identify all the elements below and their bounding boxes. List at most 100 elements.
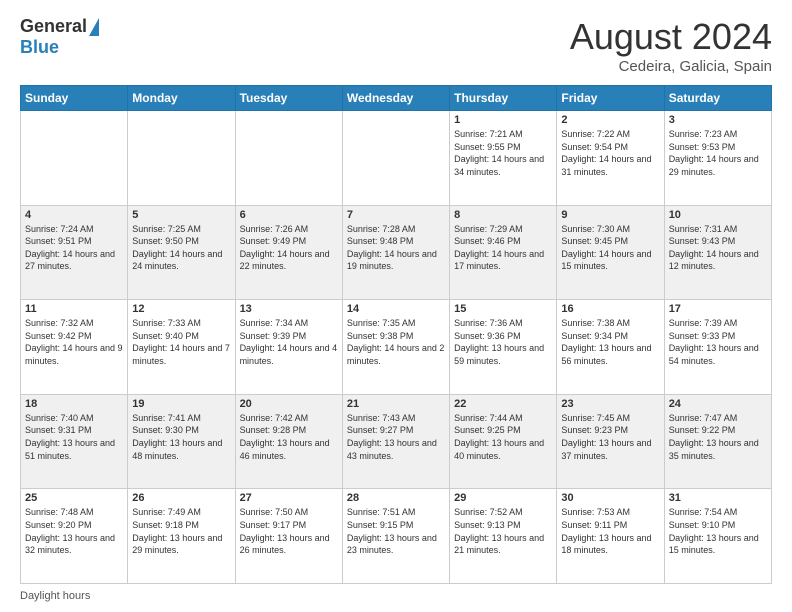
calendar-cell: 6 Sunrise: 7:26 AM Sunset: 9:49 PM Daylig…	[235, 205, 342, 300]
calendar-cell: 11 Sunrise: 7:32 AM Sunset: 9:42 PM Dayli…	[21, 300, 128, 395]
calendar-cell: 28Sunrise: 7:51 AM Sunset: 9:15 PM Dayli…	[342, 489, 449, 584]
logo: General Blue	[20, 16, 99, 58]
day-number: 16	[561, 303, 659, 315]
calendar-cell: 7 Sunrise: 7:28 AM Sunset: 9:48 PM Daylig…	[342, 205, 449, 300]
header: General Blue August 2024 Cedeira, Galici…	[20, 16, 772, 75]
day-number: 23	[561, 398, 659, 410]
day-info: Sunrise: 7:22 AM Sunset: 9:54 PM Dayligh…	[561, 128, 659, 178]
day-number: 13	[240, 303, 338, 315]
day-info: Sunrise: 7:35 AM Sunset: 9:38 PM Dayligh…	[347, 317, 445, 367]
calendar-cell: 30Sunrise: 7:53 AM Sunset: 9:11 PM Dayli…	[557, 489, 664, 584]
day-number: 4	[25, 209, 123, 221]
calendar-cell: 22 Sunrise: 7:44 AM Sunset: 9:25 PM Dayli…	[450, 394, 557, 489]
calendar-cell: 26Sunrise: 7:49 AM Sunset: 9:18 PM Dayli…	[128, 489, 235, 584]
calendar-cell: 20Sunrise: 7:42 AM Sunset: 9:28 PM Dayli…	[235, 394, 342, 489]
day-number: 9	[561, 209, 659, 221]
day-info: Sunrise: 7:29 AM Sunset: 9:46 PM Dayligh…	[454, 223, 552, 273]
month-title: August 2024	[570, 16, 772, 58]
page: General Blue August 2024 Cedeira, Galici…	[0, 0, 792, 612]
day-info: Sunrise: 7:40 AM Sunset: 9:31 PM Dayligh…	[25, 412, 123, 462]
day-info: Sunrise: 7:47 AM Sunset: 9:22 PM Dayligh…	[669, 412, 767, 462]
day-info: Sunrise: 7:32 AM Sunset: 9:42 PM Dayligh…	[25, 317, 123, 367]
calendar-cell	[342, 111, 449, 206]
day-number: 31	[669, 492, 767, 504]
calendar-cell: 19 Sunrise: 7:41 AM Sunset: 9:30 PM Dayli…	[128, 394, 235, 489]
location-subtitle: Cedeira, Galicia, Spain	[570, 58, 772, 75]
day-number: 15	[454, 303, 552, 315]
calendar-week-1: 1Sunrise: 7:21 AM Sunset: 9:55 PM Daylig…	[21, 111, 772, 206]
day-number: 6	[240, 209, 338, 221]
day-number: 11	[25, 303, 123, 315]
day-info: Sunrise: 7:26 AM Sunset: 9:49 PM Dayligh…	[240, 223, 338, 273]
logo-text: General	[20, 16, 99, 37]
day-number: 7	[347, 209, 445, 221]
calendar-cell: 29Sunrise: 7:52 AM Sunset: 9:13 PM Dayli…	[450, 489, 557, 584]
calendar-cell: 12Sunrise: 7:33 AM Sunset: 9:40 PM Dayli…	[128, 300, 235, 395]
calendar-cell	[128, 111, 235, 206]
weekday-header-monday: Monday	[128, 86, 235, 111]
day-info: Sunrise: 7:24 AM Sunset: 9:51 PM Dayligh…	[25, 223, 123, 273]
day-number: 19	[132, 398, 230, 410]
weekday-header-tuesday: Tuesday	[235, 86, 342, 111]
calendar-cell: 31 Sunrise: 7:54 AM Sunset: 9:10 PM Dayli…	[664, 489, 771, 584]
weekday-header-sunday: Sunday	[21, 86, 128, 111]
day-info: Sunrise: 7:50 AM Sunset: 9:17 PM Dayligh…	[240, 506, 338, 556]
weekday-header-friday: Friday	[557, 86, 664, 111]
logo-triangle-icon	[89, 18, 99, 36]
weekday-header-thursday: Thursday	[450, 86, 557, 111]
day-number: 8	[454, 209, 552, 221]
calendar-cell: 10Sunrise: 7:31 AM Sunset: 9:43 PM Dayli…	[664, 205, 771, 300]
day-number: 21	[347, 398, 445, 410]
day-number: 22	[454, 398, 552, 410]
calendar-cell: 16 Sunrise: 7:38 AM Sunset: 9:34 PM Dayli…	[557, 300, 664, 395]
calendar-table: SundayMondayTuesdayWednesdayThursdayFrid…	[20, 85, 772, 584]
day-info: Sunrise: 7:23 AM Sunset: 9:53 PM Dayligh…	[669, 128, 767, 178]
weekday-header-saturday: Saturday	[664, 86, 771, 111]
day-info: Sunrise: 7:49 AM Sunset: 9:18 PM Dayligh…	[132, 506, 230, 556]
day-number: 17	[669, 303, 767, 315]
calendar-cell	[21, 111, 128, 206]
day-number: 25	[25, 492, 123, 504]
calendar-week-3: 11 Sunrise: 7:32 AM Sunset: 9:42 PM Dayli…	[21, 300, 772, 395]
calendar-week-5: 25Sunrise: 7:48 AM Sunset: 9:20 PM Dayli…	[21, 489, 772, 584]
calendar-cell: 24 Sunrise: 7:47 AM Sunset: 9:22 PM Dayli…	[664, 394, 771, 489]
day-info: Sunrise: 7:54 AM Sunset: 9:10 PM Dayligh…	[669, 506, 767, 556]
day-info: Sunrise: 7:28 AM Sunset: 9:48 PM Dayligh…	[347, 223, 445, 273]
day-info: Sunrise: 7:45 AM Sunset: 9:23 PM Dayligh…	[561, 412, 659, 462]
day-number: 5	[132, 209, 230, 221]
day-number: 24	[669, 398, 767, 410]
weekday-header-row: SundayMondayTuesdayWednesdayThursdayFrid…	[21, 86, 772, 111]
day-number: 18	[25, 398, 123, 410]
day-number: 3	[669, 114, 767, 126]
calendar-cell: 23 Sunrise: 7:45 AM Sunset: 9:23 PM Dayli…	[557, 394, 664, 489]
day-info: Sunrise: 7:39 AM Sunset: 9:33 PM Dayligh…	[669, 317, 767, 367]
day-info: Sunrise: 7:33 AM Sunset: 9:40 PM Dayligh…	[132, 317, 230, 367]
calendar-cell: 4 Sunrise: 7:24 AM Sunset: 9:51 PM Daylig…	[21, 205, 128, 300]
day-info: Sunrise: 7:44 AM Sunset: 9:25 PM Dayligh…	[454, 412, 552, 462]
day-number: 27	[240, 492, 338, 504]
calendar-cell: 5Sunrise: 7:25 AM Sunset: 9:50 PM Daylig…	[128, 205, 235, 300]
calendar-cell: 25Sunrise: 7:48 AM Sunset: 9:20 PM Dayli…	[21, 489, 128, 584]
day-info: Sunrise: 7:51 AM Sunset: 9:15 PM Dayligh…	[347, 506, 445, 556]
calendar-cell: 8 Sunrise: 7:29 AM Sunset: 9:46 PM Daylig…	[450, 205, 557, 300]
day-info: Sunrise: 7:41 AM Sunset: 9:30 PM Dayligh…	[132, 412, 230, 462]
title-block: August 2024 Cedeira, Galicia, Spain	[570, 16, 772, 75]
day-info: Sunrise: 7:36 AM Sunset: 9:36 PM Dayligh…	[454, 317, 552, 367]
day-info: Sunrise: 7:43 AM Sunset: 9:27 PM Dayligh…	[347, 412, 445, 462]
day-info: Sunrise: 7:34 AM Sunset: 9:39 PM Dayligh…	[240, 317, 338, 367]
day-number: 29	[454, 492, 552, 504]
day-info: Sunrise: 7:21 AM Sunset: 9:55 PM Dayligh…	[454, 128, 552, 178]
logo-general: General	[20, 16, 87, 37]
calendar-cell: 3 Sunrise: 7:23 AM Sunset: 9:53 PM Daylig…	[664, 111, 771, 206]
day-info: Sunrise: 7:42 AM Sunset: 9:28 PM Dayligh…	[240, 412, 338, 462]
calendar-cell: 9Sunrise: 7:30 AM Sunset: 9:45 PM Daylig…	[557, 205, 664, 300]
calendar-cell: 21 Sunrise: 7:43 AM Sunset: 9:27 PM Dayli…	[342, 394, 449, 489]
calendar-week-4: 18 Sunrise: 7:40 AM Sunset: 9:31 PM Dayli…	[21, 394, 772, 489]
calendar-cell: 27 Sunrise: 7:50 AM Sunset: 9:17 PM Dayli…	[235, 489, 342, 584]
day-info: Sunrise: 7:38 AM Sunset: 9:34 PM Dayligh…	[561, 317, 659, 367]
calendar-cell: 17 Sunrise: 7:39 AM Sunset: 9:33 PM Dayli…	[664, 300, 771, 395]
calendar-cell	[235, 111, 342, 206]
calendar-cell: 2Sunrise: 7:22 AM Sunset: 9:54 PM Daylig…	[557, 111, 664, 206]
day-number: 14	[347, 303, 445, 315]
day-info: Sunrise: 7:53 AM Sunset: 9:11 PM Dayligh…	[561, 506, 659, 556]
